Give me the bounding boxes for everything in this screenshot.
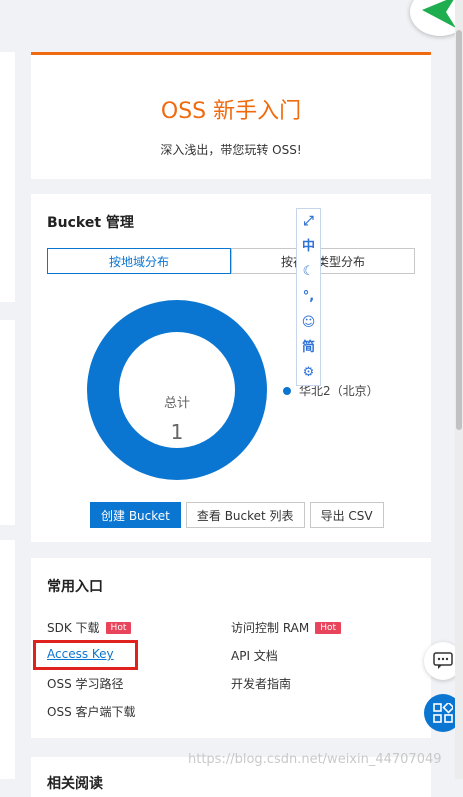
apps-grid-icon bbox=[433, 703, 453, 723]
bucket-title: Bucket 管理 bbox=[47, 215, 134, 231]
developer-guide-link[interactable]: 开发者指南 bbox=[231, 675, 291, 692]
intro-title: OSS 新手入门 bbox=[160, 99, 302, 124]
expand-icon[interactable]: ⤢ bbox=[303, 214, 313, 229]
export-csv-button[interactable]: 导出 CSV bbox=[309, 502, 384, 528]
distribution-tabs: 按地域分布 按存储类型分布 bbox=[47, 248, 415, 274]
entries-title: 常用入口 bbox=[47, 579, 103, 595]
bucket-donut-chart: 总计 1 bbox=[87, 300, 267, 480]
user-icon[interactable]: ☺ bbox=[302, 315, 316, 330]
left-panel-3 bbox=[0, 540, 15, 779]
left-panel-2 bbox=[0, 320, 15, 525]
simplified-icon[interactable]: 简 bbox=[302, 340, 315, 355]
gear-icon[interactable]: ⚙ bbox=[303, 365, 315, 380]
intro-subtitle: 深入浅出，带您玩转 OSS! bbox=[160, 143, 302, 157]
left-panel-1 bbox=[0, 52, 15, 302]
moon-icon[interactable]: ☾ bbox=[303, 264, 315, 279]
view-bucket-list-button[interactable]: 查看 Bucket 列表 bbox=[185, 502, 305, 528]
legend-dot bbox=[283, 386, 291, 395]
ram-link[interactable]: 访问控制 RAM bbox=[231, 619, 309, 636]
client-download-link[interactable]: OSS 客户端下载 bbox=[47, 703, 136, 720]
chinese-mode-icon[interactable]: 中 bbox=[302, 239, 315, 254]
api-doc-link[interactable]: API 文档 bbox=[231, 647, 278, 664]
ime-toolbar: ⤢ 中 ☾ °, ☺ 简 ⚙ bbox=[296, 208, 321, 386]
donut-total-value: 1 bbox=[170, 420, 184, 444]
donut-total-label: 总计 bbox=[163, 396, 190, 411]
vertical-scrollbar[interactable] bbox=[455, 0, 463, 779]
hot-badge: Hot bbox=[315, 621, 342, 634]
donut-hole: 总计 1 bbox=[119, 332, 235, 448]
tab-by-storage-type[interactable]: 按存储类型分布 bbox=[231, 248, 415, 274]
punctuation-icon[interactable]: °, bbox=[303, 289, 314, 304]
hot-badge: Hot bbox=[105, 621, 132, 634]
tab-by-region[interactable]: 按地域分布 bbox=[47, 248, 231, 274]
related-reading-title: 相关阅读 bbox=[47, 776, 103, 792]
scrollbar-thumb[interactable] bbox=[456, 30, 462, 430]
sdk-download-entry: SDK 下载 Hot bbox=[47, 619, 132, 636]
watermark: https://blog.csdn.net/weixin_44707049 bbox=[188, 752, 442, 767]
top-bar bbox=[0, 0, 463, 30]
ram-entry: 访问控制 RAM Hot bbox=[231, 619, 342, 636]
intro-card: OSS 新手入门 深入浅出，带您玩转 OSS! bbox=[31, 52, 431, 179]
sdk-download-link[interactable]: SDK 下载 bbox=[47, 619, 100, 636]
learning-path-link[interactable]: OSS 学习路径 bbox=[47, 675, 124, 692]
create-bucket-button[interactable]: 创建 Bucket bbox=[90, 502, 181, 528]
access-key-highlight bbox=[33, 640, 138, 670]
message-icon bbox=[433, 652, 453, 669]
bucket-actions: 创建 Bucket 查看 Bucket 列表 导出 CSV bbox=[90, 502, 384, 528]
bucket-card: Bucket 管理 按地域分布 按存储类型分布 总计 1 华北2（北京） 创建 … bbox=[31, 194, 431, 542]
